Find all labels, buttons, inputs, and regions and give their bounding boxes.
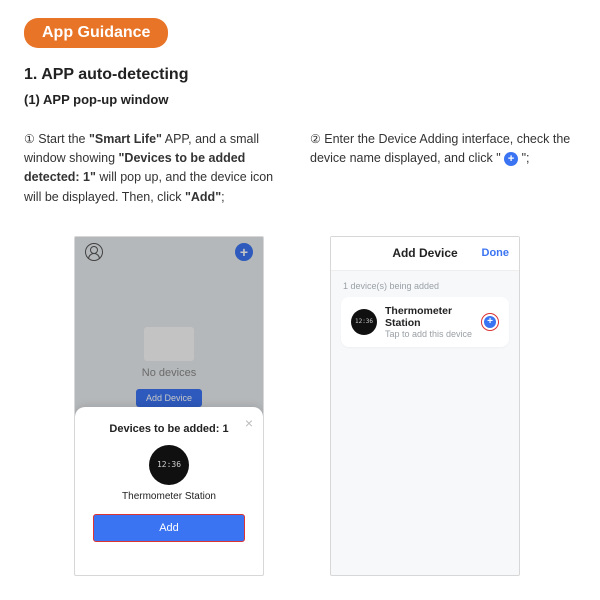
popup-title: Devices to be added: 1 xyxy=(87,423,251,435)
close-icon[interactable]: × xyxy=(245,415,253,431)
plus-icon: + xyxy=(484,316,496,328)
device-name-label: Thermometer Station xyxy=(87,491,251,502)
device-row-hint: Tap to add this device xyxy=(385,329,473,339)
being-added-label: 1 device(s) being added xyxy=(331,271,519,297)
step-2-text: ② Enter the Device Adding interface, che… xyxy=(310,130,576,169)
device-icon: 12:36 xyxy=(351,309,377,335)
add-device-row-plus-button[interactable]: + xyxy=(481,313,499,331)
step-1-text: ① Start the "Smart Life" APP, and a smal… xyxy=(24,130,290,208)
plus-icon: + xyxy=(504,152,518,166)
section-subtitle: (1) APP pop-up window xyxy=(24,92,576,107)
section-badge: App Guidance xyxy=(24,18,168,48)
add-button[interactable]: Add xyxy=(93,514,245,542)
done-button[interactable]: Done xyxy=(482,237,510,270)
screenshot-add-device: Add Device Done 1 device(s) being added … xyxy=(330,236,520,576)
add-device-header: Add Device xyxy=(392,246,457,260)
device-icon: 12:36 xyxy=(149,445,189,485)
step-2-marker: ② xyxy=(310,130,321,149)
step-1-marker: ① xyxy=(24,130,35,149)
device-row[interactable]: 12:36 Thermometer Station Tap to add thi… xyxy=(341,297,509,347)
screenshot-popup: + No devices Add Device × Devices to be … xyxy=(74,236,264,576)
device-row-name: Thermometer Station xyxy=(385,305,473,329)
devices-to-add-popup: × Devices to be added: 1 12:36 Thermomet… xyxy=(75,407,263,575)
section-title: 1. APP auto-detecting xyxy=(24,66,576,84)
